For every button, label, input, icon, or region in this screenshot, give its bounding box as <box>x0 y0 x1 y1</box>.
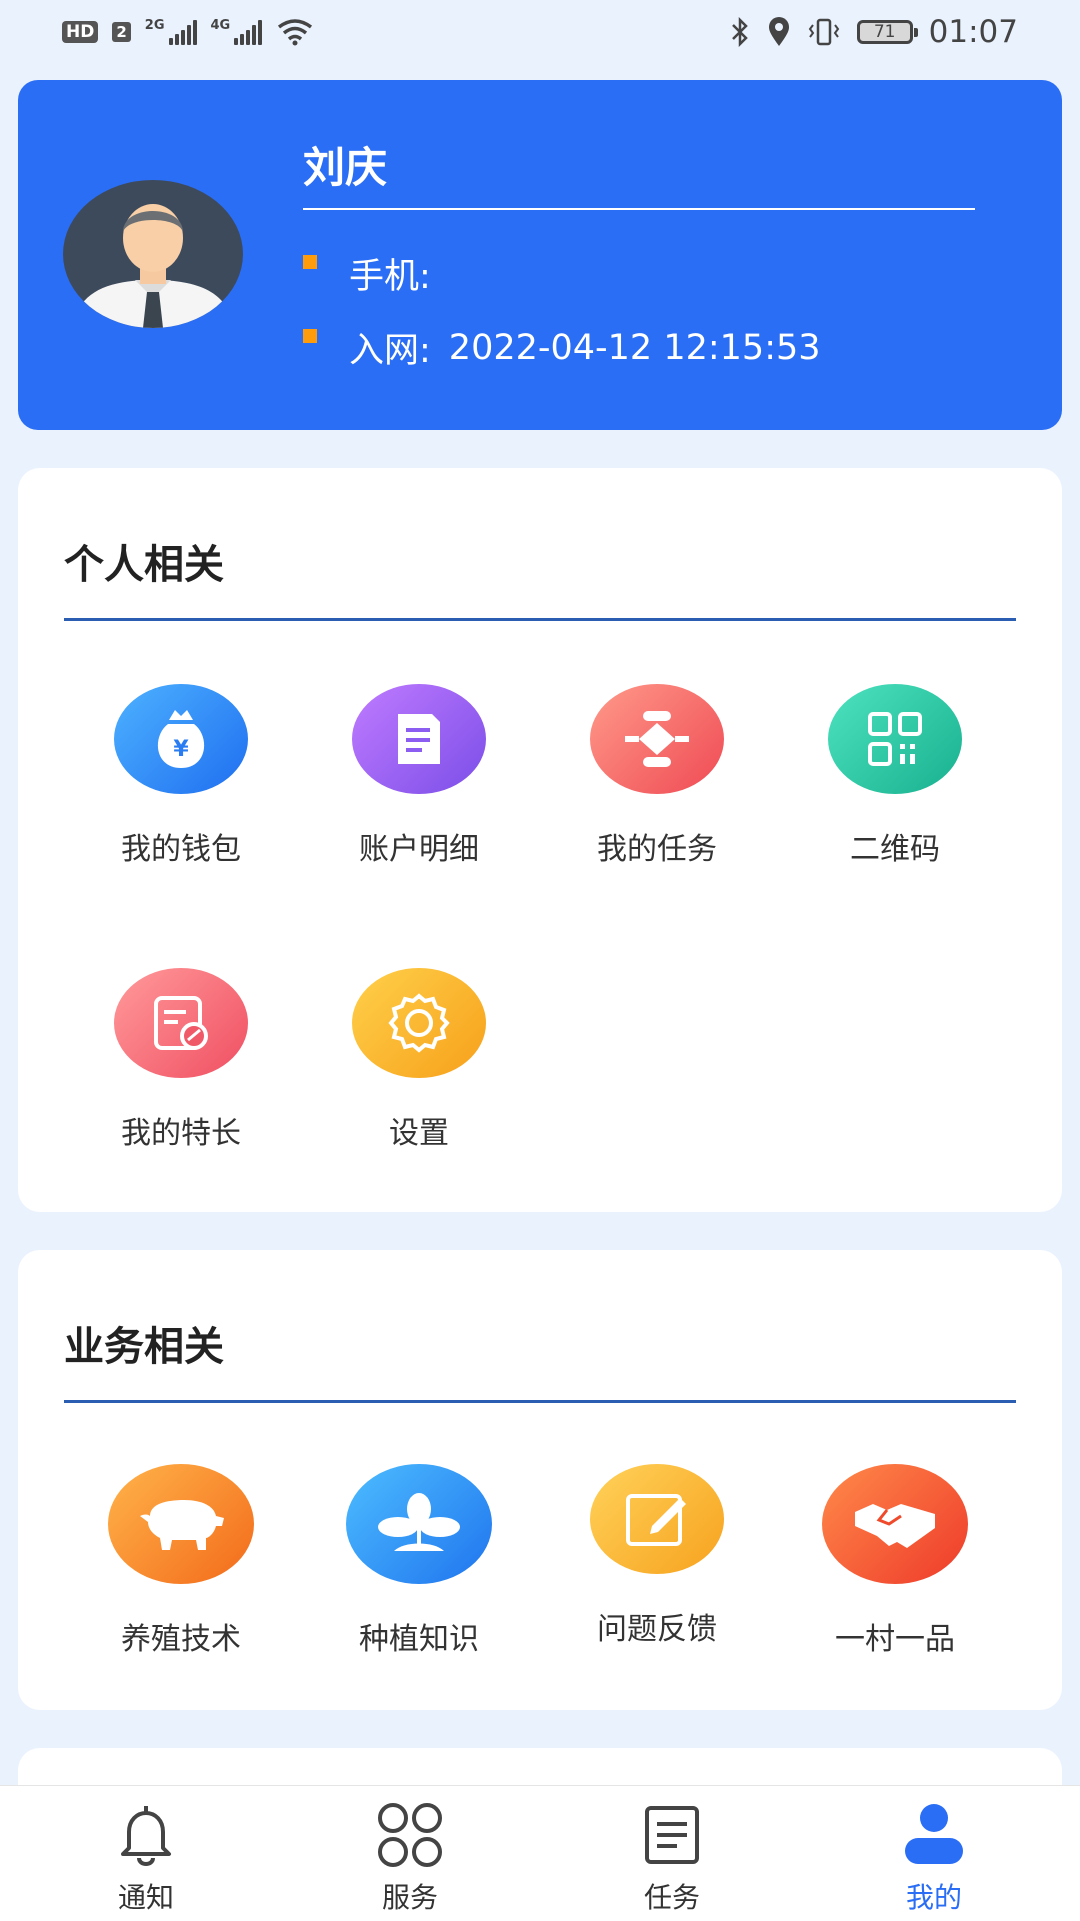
clock: 01:07 <box>928 14 1018 50</box>
nav-notifications[interactable]: 通知 <box>76 1800 216 1916</box>
user-name: 刘庆 <box>303 143 388 192</box>
wifi-icon <box>278 19 313 46</box>
gear-icon <box>352 968 486 1078</box>
skill-icon <box>114 968 248 1078</box>
svg-text:¥: ¥ <box>173 737 189 762</box>
tile-label: 二维码 <box>850 832 940 867</box>
hd-badge: HD <box>62 21 99 43</box>
profile-card[interactable]: 刘庆 手机: 入网: 2022-04-12 12:15:53 <box>18 80 1062 430</box>
qrcode-button[interactable]: 二维码 <box>795 684 995 868</box>
tile-label: 设置 <box>389 1116 449 1151</box>
personal-section: 个人相关 ¥ 我的钱包 账户明细 我的任务 二维码 我的特长 设置 <box>18 468 1062 1212</box>
tile-label: 问题反馈 <box>597 1612 717 1647</box>
tile-label: 我的任务 <box>597 832 717 867</box>
document-icon <box>352 684 486 794</box>
section-title: 个人相关 <box>64 542 224 588</box>
section-divider <box>64 1400 1016 1403</box>
grid-icon <box>375 1800 445 1870</box>
nav-profile[interactable]: 我的 <box>864 1800 1004 1916</box>
tile-label: 一村一品 <box>835 1622 955 1657</box>
wallet-icon: ¥ <box>114 684 248 794</box>
sim-badge: 2 <box>112 22 131 42</box>
my-tasks-button[interactable]: 我的任务 <box>557 684 757 868</box>
signal-4g-icon: 4G <box>211 18 263 45</box>
signal-2g-icon: 2G <box>145 18 197 45</box>
tile-label: 我的特长 <box>121 1116 241 1151</box>
bottom-nav: 通知 服务 任务 我的 <box>0 1785 1080 1921</box>
bluetooth-icon <box>731 17 748 47</box>
tile-label: 养殖技术 <box>121 1622 241 1657</box>
qrcode-icon <box>828 684 962 794</box>
join-date-row: 入网: 2022-04-12 12:15:53 <box>303 322 821 373</box>
my-skills-button[interactable]: 我的特长 <box>81 968 281 1152</box>
list-icon <box>637 1800 707 1870</box>
nav-label: 通知 <box>117 1881 174 1914</box>
feedback-button[interactable]: 问题反馈 <box>557 1464 757 1648</box>
sprout-icon <box>346 1464 492 1584</box>
task-flow-icon <box>590 684 724 794</box>
tile-label: 我的钱包 <box>121 832 241 867</box>
location-icon <box>768 17 789 46</box>
nav-label: 服务 <box>381 1881 438 1914</box>
tile-label: 账户明细 <box>359 832 479 867</box>
bell-icon <box>111 1800 181 1870</box>
wallet-button[interactable]: ¥ 我的钱包 <box>81 684 281 868</box>
section-divider <box>64 618 1016 621</box>
nav-tasks[interactable]: 任务 <box>602 1800 742 1916</box>
nav-label: 我的 <box>905 1881 962 1914</box>
phone-label: 手机: <box>349 257 431 297</box>
one-village-one-product-button[interactable]: 一村一品 <box>795 1464 995 1658</box>
bullet-icon <box>303 254 317 269</box>
breeding-tech-button[interactable]: 养殖技术 <box>81 1464 281 1658</box>
join-label: 入网: <box>349 331 431 371</box>
nav-label: 任务 <box>643 1881 700 1914</box>
avatar[interactable] <box>63 180 243 328</box>
handshake-icon <box>822 1464 968 1584</box>
planting-knowledge-button[interactable]: 种植知识 <box>319 1464 519 1658</box>
phone-row: 手机: <box>303 248 449 299</box>
pig-icon <box>108 1464 254 1584</box>
settings-button[interactable]: 设置 <box>319 968 519 1152</box>
person-icon <box>73 204 233 328</box>
vibrate-icon <box>808 18 839 46</box>
user-icon <box>899 1800 969 1870</box>
bullet-icon <box>303 328 317 343</box>
battery-icon: 71 <box>856 20 918 44</box>
tile-label: 种植知识 <box>359 1622 479 1657</box>
business-section: 业务相关 养殖技术 种植知识 问题反馈 一村一品 <box>18 1250 1062 1710</box>
status-bar: HD 2 2G 4G 71 01:07 <box>0 0 1080 70</box>
edit-icon <box>590 1464 724 1574</box>
nav-services[interactable]: 服务 <box>340 1800 480 1916</box>
account-details-button[interactable]: 账户明细 <box>319 684 519 868</box>
name-divider <box>303 208 975 210</box>
join-value: 2022-04-12 12:15:53 <box>448 327 821 368</box>
section-title: 业务相关 <box>64 1324 224 1370</box>
